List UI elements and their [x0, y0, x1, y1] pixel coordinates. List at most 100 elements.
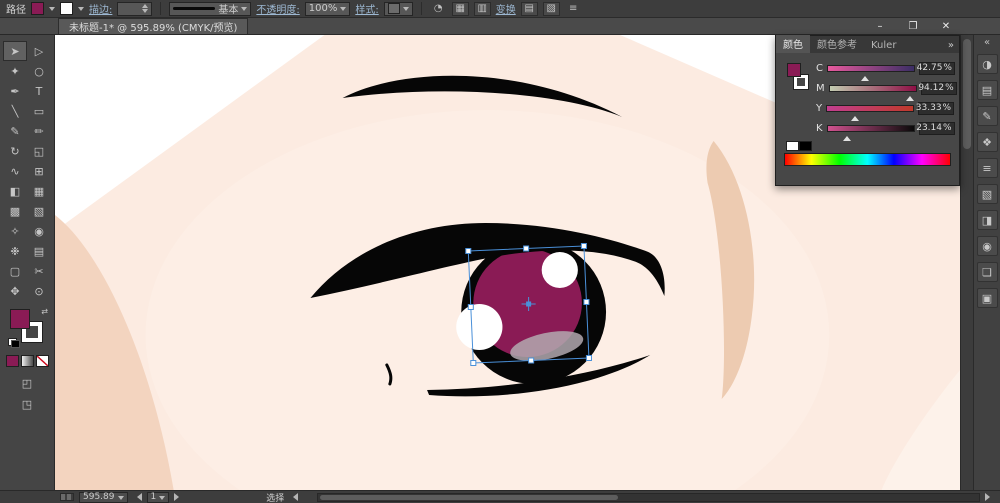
stroke-weight-combo[interactable] [117, 2, 152, 16]
restore-button[interactable]: ❐ [903, 21, 923, 32]
brush-definition-combo[interactable]: 基本 [169, 2, 251, 16]
color-panel-button[interactable]: ◑ [977, 54, 998, 74]
zoom-tool[interactable]: ⊙ [27, 281, 51, 301]
next-artboard-icon[interactable] [174, 493, 183, 501]
slice-tool[interactable]: ✂ [27, 261, 51, 281]
color-mode-button[interactable] [6, 355, 19, 367]
transparency-panel-button[interactable]: ◨ [977, 210, 998, 230]
shape-builder-tool[interactable]: ◧ [3, 181, 27, 201]
zoom-combo[interactable]: 595.89 [79, 492, 128, 503]
stroke-weight-stepper[interactable] [142, 1, 148, 16]
color-spectrum-bar[interactable] [784, 153, 951, 166]
opacity-combo[interactable]: 100% [305, 2, 351, 16]
scale-tool[interactable]: ◱ [27, 141, 51, 161]
cyan-slider[interactable] [827, 65, 915, 72]
symbol-sprayer-tool[interactable]: ❉ [3, 241, 27, 261]
rectangle-tool[interactable]: ▭ [27, 101, 51, 121]
tab-color[interactable]: 颜色 [776, 35, 810, 53]
fill-dropdown-icon[interactable] [49, 7, 55, 14]
layers-panel-button[interactable]: ❏ [977, 262, 998, 282]
drawing-mode-icon[interactable]: ◰ [22, 377, 32, 390]
line-segment-tool[interactable]: ╲ [3, 101, 27, 121]
default-fill-stroke-icon[interactable] [8, 338, 17, 346]
symbols-panel-button[interactable]: ❖ [977, 132, 998, 152]
vertical-scrollbar[interactable] [960, 35, 973, 490]
highlight-circle-large[interactable] [456, 304, 502, 350]
hand-tool[interactable]: ✥ [3, 281, 27, 301]
selection-tool[interactable]: ➤ [3, 41, 27, 61]
stroke-dropdown-icon[interactable] [78, 7, 84, 14]
black-value-field[interactable]: 23.14% [919, 122, 955, 135]
gradient-panel-button[interactable]: ▧ [977, 184, 998, 204]
width-tool[interactable]: ∿ [3, 161, 27, 181]
screen-mode-icon[interactable]: ◳ [22, 398, 32, 411]
style-combo[interactable] [384, 2, 413, 16]
style-link[interactable]: 样式: [355, 1, 378, 16]
horizontal-scrollbar-thumb[interactable] [320, 495, 617, 500]
links-panel-button[interactable]: ▣ [977, 288, 998, 308]
black-slider[interactable] [827, 125, 915, 132]
magic-wand-tool[interactable]: ✦ [3, 61, 27, 81]
magenta-value-field[interactable]: 94.12% [921, 82, 957, 95]
align-grid-icon[interactable]: ▦ [452, 2, 469, 16]
stroke-panel-button[interactable]: ≡ [977, 158, 998, 178]
panel-stroke-indicator[interactable] [794, 75, 808, 89]
white-swatch[interactable] [786, 141, 799, 151]
fill-indicator[interactable] [10, 309, 30, 329]
swatches-panel-button[interactable]: ▤ [977, 80, 998, 100]
distribute-objects-icon[interactable]: ▤ [521, 2, 538, 16]
scroll-right-icon[interactable] [985, 493, 994, 501]
gradient-tool[interactable]: ▧ [27, 201, 51, 221]
brushes-panel-button[interactable]: ✎ [977, 106, 998, 126]
pen-tool[interactable]: ✒ [3, 81, 27, 101]
minimize-button[interactable]: – [870, 21, 890, 32]
align-cells-icon[interactable]: ▥ [474, 2, 491, 16]
none-mode-button[interactable] [36, 355, 49, 367]
eyedropper-tool[interactable]: ✧ [3, 221, 27, 241]
type-tool[interactable]: T [27, 81, 51, 101]
close-button[interactable]: ✕ [936, 21, 956, 32]
vertical-scrollbar-thumb[interactable] [963, 39, 971, 149]
slider-thumb-K[interactable] [843, 132, 851, 141]
appearance-panel-button[interactable]: ◉ [977, 236, 998, 256]
panel-collapse-icon[interactable]: » [943, 40, 959, 53]
stroke-color-swatch[interactable] [60, 2, 73, 15]
lasso-tool[interactable]: ○ [27, 61, 51, 81]
cyan-value-field[interactable]: 42.75% [919, 62, 955, 75]
rotate-tool[interactable]: ↻ [3, 141, 27, 161]
blend-tool[interactable]: ◉ [27, 221, 51, 241]
artboard-combo[interactable]: 1 [147, 492, 170, 503]
arrange-objects-icon[interactable]: ▧ [543, 2, 560, 16]
highlight-circle-small[interactable] [542, 252, 578, 288]
opacity-link[interactable]: 不透明度: [256, 1, 299, 16]
yellow-value-field[interactable]: 33.33% [918, 102, 954, 115]
gradient-mode-button[interactable] [21, 355, 34, 367]
previous-artboard-icon[interactable] [133, 493, 142, 501]
artboard-tool[interactable]: ▢ [3, 261, 27, 281]
mesh-tool[interactable]: ▩ [3, 201, 27, 221]
expand-panels-icon[interactable]: « [984, 37, 990, 51]
fill-color-swatch[interactable] [31, 2, 44, 15]
yellow-slider[interactable] [826, 105, 914, 112]
scroll-left-icon[interactable] [289, 493, 298, 501]
horizontal-scrollbar[interactable] [317, 493, 980, 502]
column-graph-tool[interactable]: ▤ [27, 241, 51, 261]
swap-fill-stroke-icon[interactable]: ⇄ [41, 307, 48, 316]
free-transform-tool[interactable]: ⊞ [27, 161, 51, 181]
transform-link[interactable]: 变换 [496, 1, 516, 16]
slider-thumb-C[interactable] [861, 72, 869, 81]
magenta-slider[interactable] [829, 85, 917, 92]
panel-fill-indicator[interactable] [787, 63, 801, 77]
black-swatch[interactable] [799, 141, 812, 151]
stroke-panel-link[interactable]: 描边: [89, 1, 112, 16]
direct-selection-tool[interactable]: ▷ [27, 41, 51, 61]
paintbrush-tool[interactable]: ✎ [3, 121, 27, 141]
recolor-artwork-icon[interactable]: ◔ [430, 2, 447, 16]
tab-kuler[interactable]: Kuler [864, 39, 903, 53]
tab-color-guide[interactable]: 颜色参考 [810, 35, 864, 53]
document-tab[interactable]: 未标题-1* @ 595.89% (CMYK/预览) [58, 18, 248, 34]
slider-thumb-M[interactable] [906, 92, 914, 101]
slider-thumb-Y[interactable] [851, 112, 859, 121]
perspective-grid-tool[interactable]: ▦ [27, 181, 51, 201]
pencil-tool[interactable]: ✏ [27, 121, 51, 141]
